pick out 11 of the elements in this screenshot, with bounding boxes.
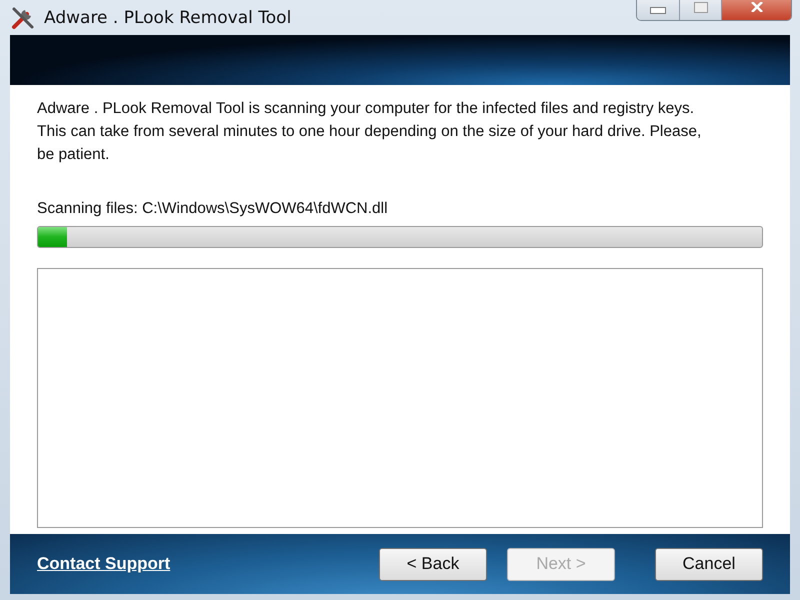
close-button[interactable] [721, 0, 791, 20]
close-icon [750, 2, 764, 12]
description-text: Adware . PLook Removal Tool is scanning your computer for the infected files and registry keys. This can take from several minutes to one hour depending on the size of your hard drive. Please, be patient. [37, 99, 702, 165]
scan-status: Scanning files: C:\Windows\SysWOW64\fdWCN.dll [37, 200, 389, 218]
minimize-button[interactable] [637, 0, 679, 20]
window-title: Adware . PLook Removal Tool [44, 8, 292, 28]
maximize-button[interactable] [679, 0, 721, 20]
back-button[interactable]: < Back [379, 548, 487, 580]
cancel-button[interactable]: Cancel [655, 548, 763, 580]
contact-support-link[interactable]: Contact Support [37, 554, 170, 574]
tools-icon [10, 4, 36, 30]
